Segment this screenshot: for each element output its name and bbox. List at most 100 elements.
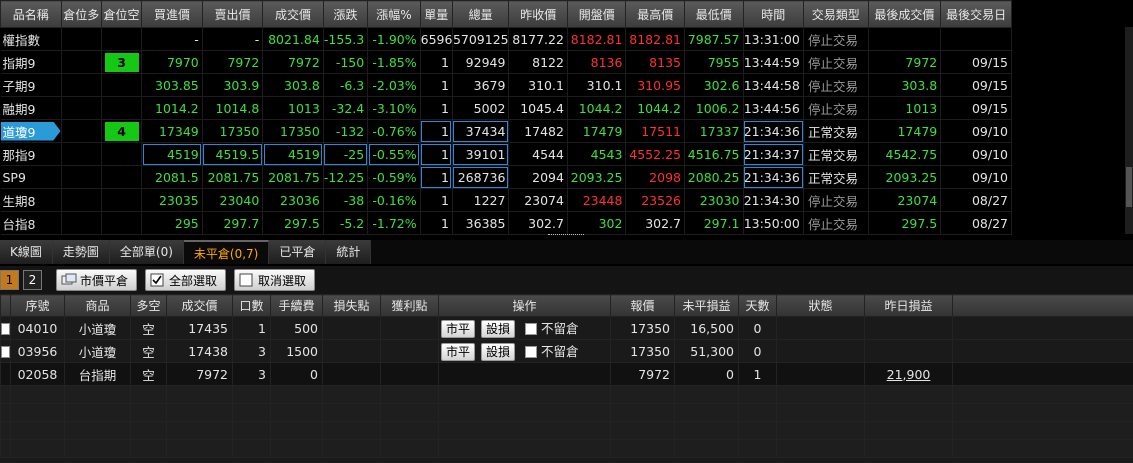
quote-header-cell[interactable]: 總量: [451, 0, 510, 28]
quote-cell-bid[interactable]: -: [141, 27, 203, 51]
page-1-button[interactable]: 1: [0, 270, 19, 290]
quote-cell-type[interactable]: 停止交易: [803, 73, 869, 97]
quote-cell-type[interactable]: 停止交易: [803, 188, 869, 212]
quote-cell-short[interactable]: 3: [101, 50, 143, 74]
quote-cell-last[interactable]: 2081.75: [262, 165, 324, 189]
quote-cell-lastdeal[interactable]: 4542.75: [868, 142, 942, 166]
quote-cell-short[interactable]: [101, 142, 143, 166]
quote-cell-high[interactable]: 310.95: [625, 73, 685, 97]
row-checkbox[interactable]: [1, 323, 10, 335]
row-check-cell[interactable]: [0, 339, 11, 363]
quote-cell-ask[interactable]: 17350: [202, 119, 264, 143]
row-check-cell[interactable]: [0, 362, 11, 386]
cancel-select-button[interactable]: 取消選取: [234, 269, 316, 291]
position-stop[interactable]: [322, 362, 381, 386]
quote-cell-bid[interactable]: 2081.5: [141, 165, 203, 189]
quote-cell-type[interactable]: 停止交易: [803, 27, 869, 51]
quote-cell-time[interactable]: 21:34:37: [743, 142, 805, 166]
quote-cell-ask[interactable]: 23040: [202, 188, 264, 212]
quote-cell-time[interactable]: 13:44:59: [743, 50, 805, 74]
quote-cell-lastdeal[interactable]: [868, 27, 942, 51]
quote-cell-ask[interactable]: 7972: [202, 50, 264, 74]
quote-cell-chg[interactable]: -25: [323, 142, 369, 166]
market-close-button[interactable]: 市價平倉: [56, 269, 138, 291]
quote-cell-bid[interactable]: 4519: [141, 142, 203, 166]
quote-cell-name[interactable]: 台指8: [0, 211, 62, 235]
quote-cell-prev[interactable]: 8177.22: [508, 27, 568, 51]
positions-header-cell[interactable]: 操作: [438, 294, 611, 317]
quote-cell-last[interactable]: 23036: [262, 188, 324, 212]
no-overnight-checkbox[interactable]: [525, 346, 538, 359]
quote-cell-bid[interactable]: 7970: [141, 50, 203, 74]
quote-cell-ask[interactable]: 303.9: [202, 73, 264, 97]
quote-cell-high[interactable]: 17511: [625, 119, 685, 143]
positions-header-cell[interactable]: 口數: [232, 294, 271, 317]
quote-header-cell[interactable]: 最高價: [625, 0, 685, 28]
quote-cell-last[interactable]: 8021.84: [262, 27, 324, 51]
quote-cell-short[interactable]: [101, 188, 143, 212]
quote-cell-last[interactable]: 4519: [262, 142, 324, 166]
position-yesterday-pnl[interactable]: 21,900: [864, 362, 953, 386]
quote-cell-lastday[interactable]: 09/10: [940, 142, 1012, 166]
quote-row[interactable]: 那指9 4519 4519.5 4519 -25 -0.55% 1 39101 4544 4543…: [0, 142, 1012, 166]
quote-header-cell[interactable]: 時間: [742, 0, 805, 28]
positions-header-cell[interactable]: 商品: [64, 294, 131, 317]
tab-2[interactable]: 全部單(0): [109, 240, 184, 264]
quote-cell-ask[interactable]: 1014.8: [202, 96, 264, 120]
quote-cell-prev[interactable]: 23074: [508, 188, 568, 212]
quote-cell-high[interactable]: 1044.2: [625, 96, 685, 120]
tab-1[interactable]: 走勢圖: [52, 240, 110, 264]
quote-cell-time[interactable]: 13:50:00: [743, 211, 805, 235]
quote-cell-total[interactable]: 5709125: [452, 27, 510, 51]
positions-header-cell[interactable]: 序號: [10, 294, 65, 317]
quote-cell-vol[interactable]: 1: [420, 119, 453, 143]
position-stop[interactable]: [322, 339, 381, 363]
quote-cell-pct[interactable]: -0.59%: [367, 165, 421, 189]
quote-cell-long[interactable]: [61, 188, 102, 212]
quote-cell-open[interactable]: 302: [567, 211, 627, 235]
quote-cell-last[interactable]: 7972: [262, 50, 324, 74]
quote-cell-chg[interactable]: -132: [323, 119, 369, 143]
position-row[interactable]: 04010 小道瓊空 17435 1 500 市平 設損 不留倉 17350 16,500 0: [0, 316, 1133, 340]
quote-header-cell[interactable]: 開盤價: [566, 0, 627, 28]
quote-cell-ask[interactable]: 297.7: [202, 211, 264, 235]
quote-cell-lastday[interactable]: 08/27: [940, 188, 1012, 212]
quote-cell-vol[interactable]: 1: [420, 142, 453, 166]
market-close-row-button[interactable]: 市平: [441, 343, 476, 362]
tab-4[interactable]: 已平倉: [269, 240, 327, 264]
quote-cell-ask[interactable]: 2081.75: [202, 165, 264, 189]
market-close-row-button[interactable]: 市平: [441, 320, 476, 339]
quote-cell-open[interactable]: 2093.25: [567, 165, 627, 189]
quote-cell-chg[interactable]: -32.4: [323, 96, 369, 120]
quote-cell-low[interactable]: 297.1: [684, 211, 744, 235]
quote-cell-lastday[interactable]: 09/10: [940, 119, 1012, 143]
quote-cell-name[interactable]: 那指9: [0, 142, 62, 166]
quote-cell-name[interactable]: SP9: [0, 165, 62, 189]
quote-cell-short[interactable]: [101, 73, 143, 97]
quote-cell-lastday[interactable]: 09/10: [940, 165, 1012, 189]
quote-cell-time[interactable]: 21:34:36: [743, 165, 805, 189]
quote-cell-last[interactable]: 297.5: [262, 211, 324, 235]
position-profit[interactable]: [380, 316, 439, 340]
quote-header-cell[interactable]: 賣出價: [201, 0, 264, 28]
quote-header-cell[interactable]: 漲幅%: [367, 0, 421, 28]
no-overnight-checkbox[interactable]: [525, 323, 538, 336]
quote-header-cell[interactable]: 單量: [419, 0, 453, 28]
quote-cell-pct[interactable]: -1.72%: [367, 211, 421, 235]
quote-cell-open[interactable]: 310.1: [567, 73, 627, 97]
quote-cell-lastdeal[interactable]: 297.5: [868, 211, 942, 235]
quote-row[interactable]: 指期9 3 7970 7972 7972 -150 -1.85% 1 92949 8122 8136…: [0, 50, 1012, 74]
quote-header-cell[interactable]: 倉位空: [100, 0, 143, 28]
quote-row[interactable]: 融期9 1014.2 1014.8 1013 -32.4 -3.10% 1 5002 1045.…: [0, 96, 1012, 120]
quote-row[interactable]: 子期9 303.85 303.9 303.8 -6.3 -2.03% 1 3679 310.1 3…: [0, 73, 1012, 97]
quote-cell-total[interactable]: 92949: [452, 50, 510, 74]
positions-header-cell[interactable]: 天數: [738, 294, 777, 317]
quote-cell-lastday[interactable]: 09/15: [940, 96, 1012, 120]
quote-cell-short[interactable]: [101, 211, 143, 235]
quote-cell-ask[interactable]: -: [202, 27, 264, 51]
quote-cell-type[interactable]: 正常交易: [803, 142, 869, 166]
quote-cell-total[interactable]: 36385: [452, 211, 510, 235]
quote-cell-long[interactable]: [61, 165, 102, 189]
quote-cell-type[interactable]: 正常交易: [803, 119, 869, 143]
quote-cell-low[interactable]: 1006.2: [684, 96, 744, 120]
